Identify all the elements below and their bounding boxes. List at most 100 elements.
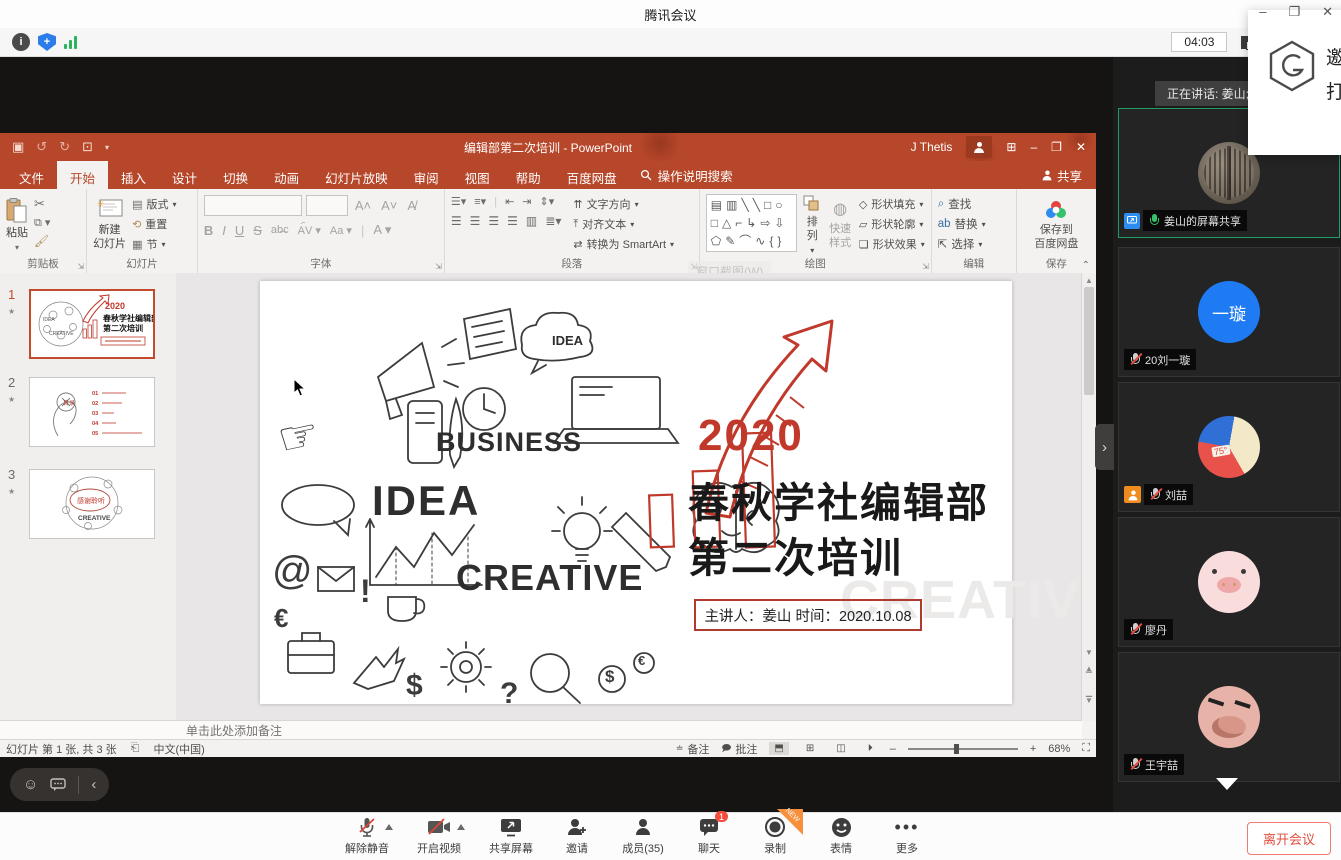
tab-review[interactable]: 审阅 bbox=[401, 161, 452, 189]
font-color-button[interactable]: A ▾ bbox=[373, 222, 391, 238]
drawing-dialog-launcher[interactable]: ⇲ bbox=[922, 262, 929, 271]
indent-icon[interactable]: ⇥ bbox=[522, 195, 531, 208]
quick-styles-button[interactable]: ◍ 快速样式 bbox=[827, 194, 853, 257]
security-shield-icon[interactable]: + bbox=[38, 33, 56, 51]
ppt-minimize-icon[interactable]: – bbox=[1030, 140, 1037, 154]
account-avatar[interactable] bbox=[966, 136, 992, 158]
slide-canvas[interactable]: ☞ IDEA BUSINESS IDEA CREATIVE @ ! € $ ? … bbox=[260, 281, 1012, 704]
ppt-restore-icon[interactable]: ❐ bbox=[1051, 140, 1062, 154]
start-video-button[interactable]: 开启视频 bbox=[417, 816, 461, 856]
shadow-button[interactable]: S bbox=[253, 223, 262, 238]
italic-button[interactable]: I bbox=[222, 223, 226, 238]
scrollbar-thumb[interactable] bbox=[1084, 287, 1094, 395]
tab-slideshow[interactable]: 幻灯片放映 bbox=[312, 161, 401, 189]
restore-icon[interactable]: ❐ bbox=[1288, 4, 1300, 20]
smartart-button[interactable]: ⇄转换为 SmartArt▾ bbox=[573, 236, 674, 252]
slideshow-view-button[interactable]: ⏵ bbox=[863, 742, 878, 755]
cut-icon[interactable]: ✂ bbox=[34, 196, 50, 212]
align-right-icon[interactable]: ☰ bbox=[488, 214, 499, 228]
members-button[interactable]: 成员(35) bbox=[621, 816, 665, 856]
tab-baidu-netdisk[interactable]: 百度网盘 bbox=[554, 161, 630, 189]
mic-options-caret[interactable] bbox=[385, 824, 393, 830]
align-center-icon[interactable]: ☰ bbox=[470, 214, 481, 228]
fit-slide-icon[interactable]: ⛶ bbox=[1082, 742, 1090, 755]
zoom-out-icon[interactable]: – bbox=[890, 743, 896, 755]
bullets-icon[interactable]: ☰▾ bbox=[451, 195, 466, 208]
zoom-percent[interactable]: 68% bbox=[1048, 743, 1070, 755]
tab-help[interactable]: 帮助 bbox=[503, 161, 554, 189]
shape-effects-button[interactable]: ❏形状效果▾ bbox=[859, 236, 925, 252]
emoji-reaction-icon[interactable]: ☺ bbox=[23, 776, 38, 793]
tab-home[interactable]: 开始 bbox=[57, 161, 108, 189]
chat-button[interactable]: 1 聊天 bbox=[687, 816, 731, 856]
more-button[interactable]: ••• 更多 bbox=[885, 816, 929, 856]
video-options-caret[interactable] bbox=[457, 824, 465, 830]
text-align-icon[interactable]: ≣▾ bbox=[545, 214, 561, 228]
align-left-icon[interactable]: ☰ bbox=[451, 214, 462, 228]
layout-button[interactable]: ▤版式▾ bbox=[132, 196, 176, 212]
slide-thumbnail-2[interactable]: 目录 010203 0405 bbox=[29, 377, 155, 447]
close-icon[interactable]: ✕ bbox=[1322, 4, 1333, 20]
participant-tile-wangyuzhe[interactable]: 王宇喆 bbox=[1118, 652, 1340, 782]
new-slide-button[interactable]: ✳ 新建 幻灯片 bbox=[93, 194, 126, 257]
caption-chat-icon[interactable] bbox=[50, 778, 66, 792]
text-direction-button[interactable]: ⇈文字方向▾ bbox=[573, 196, 674, 212]
font-size-select[interactable] bbox=[306, 195, 348, 216]
zoom-slider-thumb[interactable] bbox=[954, 744, 959, 754]
bold-button[interactable]: B bbox=[204, 223, 213, 238]
tab-transitions[interactable]: 切换 bbox=[210, 161, 261, 189]
numbering-icon[interactable]: ≡▾ bbox=[474, 195, 486, 208]
clipboard-dialog-launcher[interactable]: ⇲ bbox=[77, 262, 84, 271]
paste-button[interactable]: 粘贴 ▾ bbox=[6, 194, 28, 257]
reading-view-button[interactable]: ◫ bbox=[831, 742, 850, 755]
notes-page-icon[interactable]: ⎗ bbox=[131, 742, 140, 755]
qat-dropdown-icon[interactable]: ▾ bbox=[105, 143, 109, 152]
line-spacing-icon[interactable]: ⇕▾ bbox=[540, 195, 555, 208]
sidebar-collapse-handle[interactable]: › bbox=[1095, 424, 1114, 470]
change-case-button[interactable]: Aa ▾ bbox=[330, 224, 352, 237]
shrink-font-icon[interactable]: A˅ bbox=[378, 198, 400, 213]
underline-button[interactable]: U bbox=[235, 223, 244, 238]
notes-pane[interactable]: 单击此处添加备注 bbox=[0, 720, 1082, 739]
participant-tile-liuyixuan[interactable]: 一璇 20刘一璇 bbox=[1118, 247, 1340, 377]
reactions-button[interactable]: 表情 bbox=[819, 816, 863, 856]
notes-toggle[interactable]: ≐备注 bbox=[676, 741, 710, 757]
share-button[interactable]: 共享 bbox=[1042, 161, 1096, 189]
shape-outline-button[interactable]: ▱形状轮廓▾ bbox=[859, 216, 925, 232]
scroll-participants-down-icon[interactable] bbox=[1216, 778, 1238, 790]
save-to-baidu-button[interactable]: 保存到 百度网盘 bbox=[1023, 194, 1090, 257]
columns-icon[interactable]: ▥ bbox=[526, 214, 537, 228]
normal-view-button[interactable]: ⬒ bbox=[769, 742, 788, 755]
share-screen-button[interactable]: 共享屏幕 bbox=[489, 816, 533, 856]
scroll-down-icon[interactable]: ▼ bbox=[1082, 648, 1096, 657]
ribbon-display-options-icon[interactable]: ⊞ bbox=[1006, 140, 1016, 154]
redo-icon[interactable]: ↻ bbox=[59, 139, 70, 155]
comments-toggle[interactable]: 🗩批注 bbox=[721, 741, 757, 757]
unmute-button[interactable]: 解除静音 bbox=[345, 816, 389, 856]
shape-fill-button[interactable]: ◇形状填充▾ bbox=[859, 196, 925, 212]
clear-format-icon[interactable]: A̸ bbox=[404, 198, 419, 213]
arrange-button[interactable]: 排列▾ bbox=[803, 194, 821, 257]
tab-animations[interactable]: 动画 bbox=[261, 161, 312, 189]
zoom-slider[interactable] bbox=[908, 748, 1018, 750]
replace-button[interactable]: ab替换▾ bbox=[938, 216, 986, 232]
slide-thumbnail-3[interactable]: 感谢聆听 CREATIVE bbox=[29, 469, 155, 539]
collapse-ribbon-icon[interactable]: ⌃ bbox=[1082, 260, 1090, 271]
char-spacing-button[interactable]: A︠V ▾ bbox=[298, 224, 321, 237]
select-button[interactable]: ⇱选择▾ bbox=[938, 236, 986, 252]
speaker-info-box[interactable]: 主讲人：姜山 时间：2020.10.08 bbox=[694, 599, 922, 631]
minimize-icon[interactable]: – bbox=[1259, 4, 1266, 20]
tab-view[interactable]: 视图 bbox=[452, 161, 503, 189]
record-button[interactable]: NEW 录制 bbox=[753, 816, 797, 856]
strikethrough-button[interactable]: ab̶c bbox=[271, 224, 289, 236]
font-name-select[interactable] bbox=[204, 195, 302, 216]
shapes-gallery[interactable]: ▤▥╲╲□○ □△⌐↳⇨⇩ ⬠✎⌒∿{} bbox=[706, 194, 798, 252]
next-slide-icon[interactable]: ▁▼ bbox=[1082, 689, 1096, 705]
ppt-close-icon[interactable]: ✕ bbox=[1076, 140, 1086, 154]
find-button[interactable]: ⌕查找 bbox=[938, 196, 986, 212]
language-status[interactable]: 中文(中国) bbox=[153, 741, 204, 757]
network-signal-icon[interactable] bbox=[64, 35, 77, 49]
previous-slide-icon[interactable]: ▲▔ bbox=[1082, 665, 1096, 681]
participant-tile-liaodan[interactable]: 廖丹 bbox=[1118, 517, 1340, 647]
format-painter-icon[interactable]: 🖌 bbox=[34, 234, 50, 248]
